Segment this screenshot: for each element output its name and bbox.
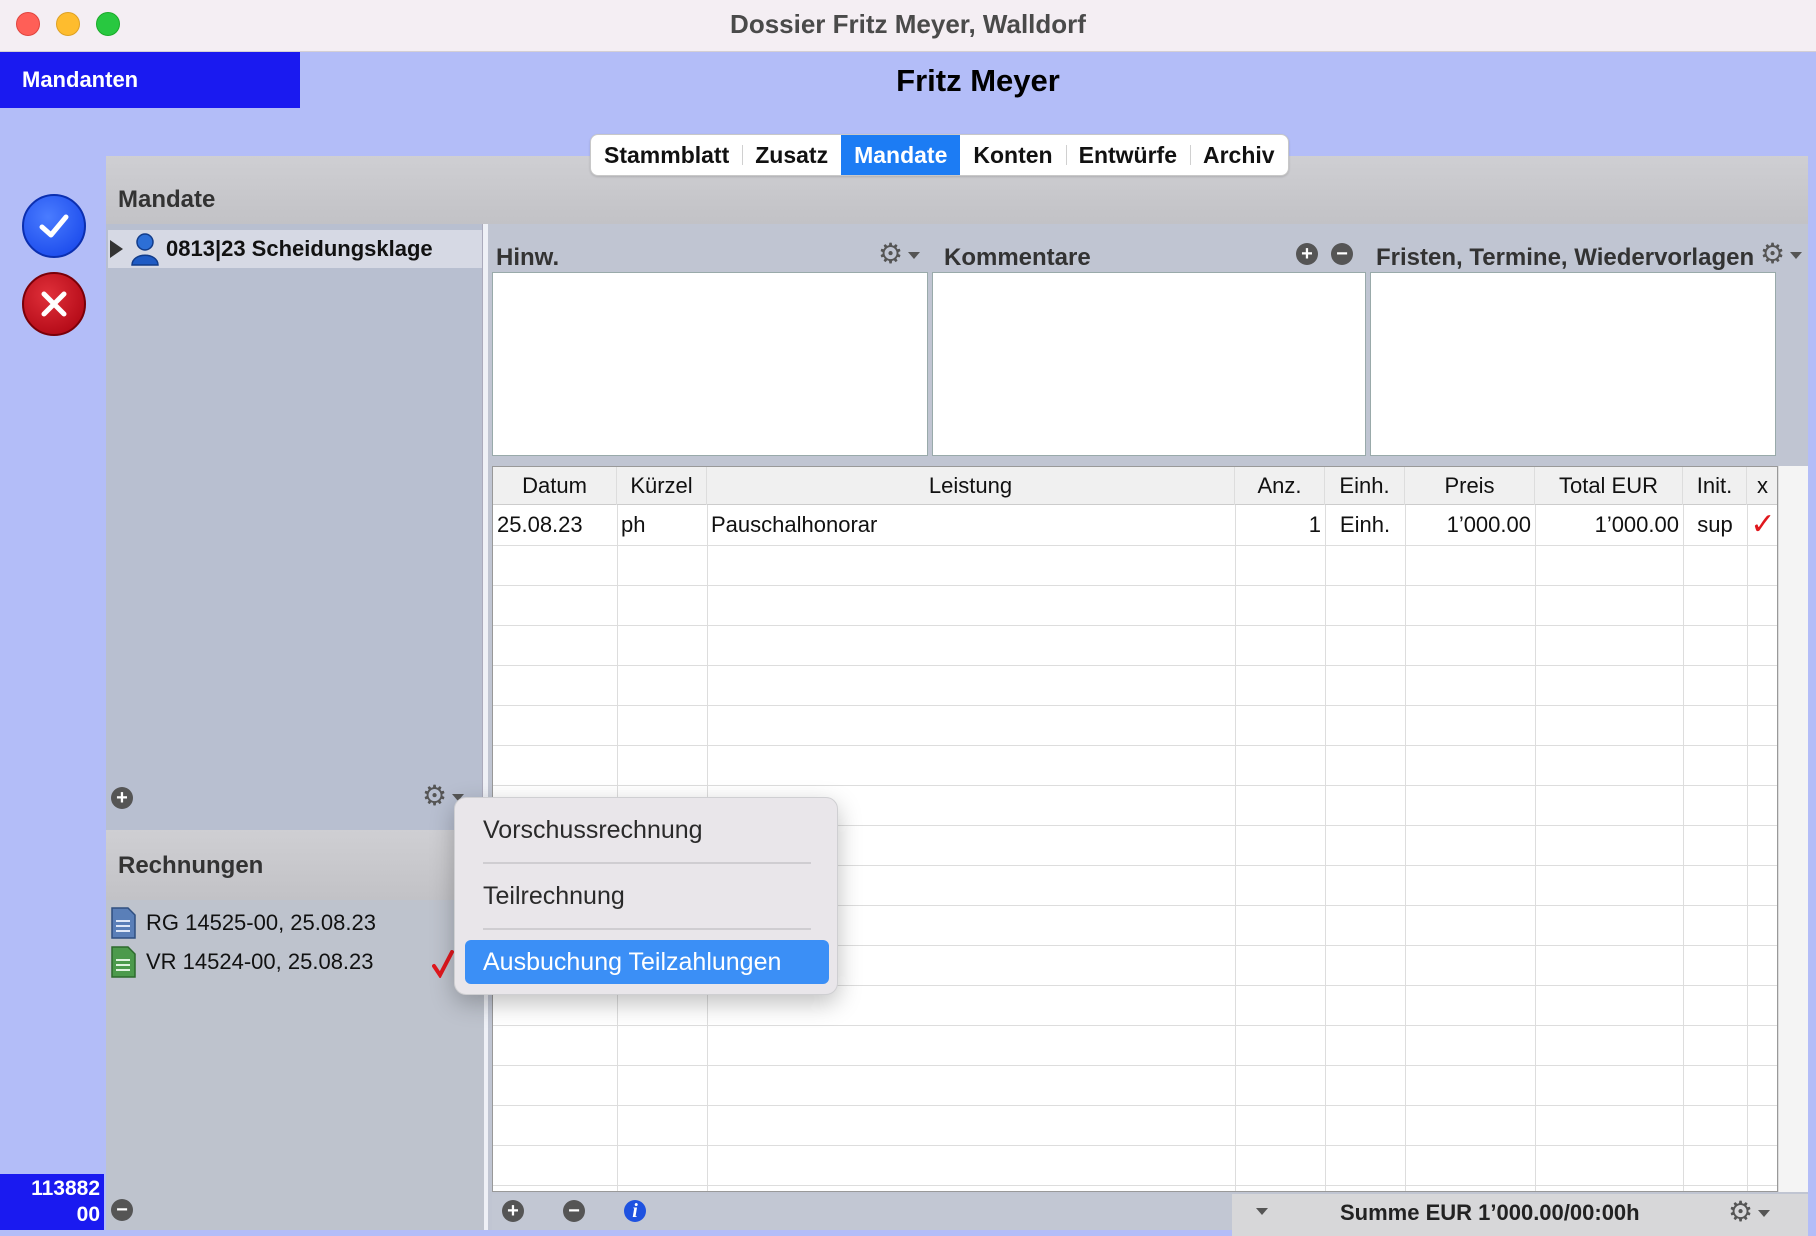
table-grid-line bbox=[493, 1105, 1777, 1106]
menu-separator bbox=[483, 862, 811, 864]
table-header: Datum Kürzel Leistung Anz. Einh. Preis T… bbox=[493, 467, 1777, 505]
table-grid-line bbox=[493, 585, 1777, 586]
table-grid-line bbox=[493, 545, 1777, 546]
info-icon[interactable]: i bbox=[624, 1200, 646, 1222]
red-check-icon bbox=[432, 950, 454, 978]
cell-kuerzel: ph bbox=[621, 512, 646, 537]
gear-icon[interactable]: ⚙ bbox=[422, 782, 447, 810]
menu-item-vorschussrechnung[interactable]: Vorschussrechnung bbox=[465, 808, 829, 852]
invoice-item[interactable]: RG 14525-00, 25.08.23 bbox=[110, 906, 376, 940]
table-grid bbox=[1747, 505, 1748, 1191]
column-header-preis[interactable]: Preis bbox=[1405, 467, 1535, 505]
table-grid-line bbox=[493, 705, 1777, 706]
cell-einh: Einh. bbox=[1339, 512, 1391, 537]
column-header-init[interactable]: Init. bbox=[1683, 467, 1747, 505]
tab-mandate[interactable]: Mandate bbox=[841, 135, 961, 175]
column-header-leistung[interactable]: Leistung bbox=[707, 467, 1235, 505]
cell-leistung: Pauschalhonorar bbox=[711, 512, 878, 537]
hinweise-title: Hinw. bbox=[496, 244, 560, 271]
mandanten-button[interactable]: Mandanten bbox=[0, 52, 300, 108]
column-header-anz[interactable]: Anz. bbox=[1235, 467, 1325, 505]
summary-total: Summe EUR 1’000.00/00:00h bbox=[1340, 1200, 1640, 1225]
add-row-icon[interactable]: + bbox=[502, 1200, 524, 1222]
table-grid-line bbox=[493, 665, 1777, 666]
table-grid bbox=[1235, 505, 1236, 1191]
remove-row-icon[interactable]: − bbox=[563, 1200, 585, 1222]
column-header-total[interactable]: Total EUR bbox=[1535, 467, 1683, 505]
menu-separator bbox=[483, 928, 811, 930]
context-menu: Vorschussrechnung Teilrechnung Ausbuchun… bbox=[454, 797, 838, 995]
table-grid bbox=[1325, 505, 1326, 1191]
invoice-label: RG 14525-00, 25.08.23 bbox=[146, 910, 376, 935]
document-blue-icon bbox=[111, 907, 136, 939]
cancel-button[interactable] bbox=[22, 272, 86, 336]
table-scrollbar[interactable] bbox=[1778, 466, 1808, 1192]
close-icon bbox=[41, 291, 67, 317]
menu-item-teilrechnung[interactable]: Teilrechnung bbox=[465, 874, 829, 918]
cell-init: sup bbox=[1697, 512, 1733, 537]
cell-datum: 25.08.23 bbox=[497, 512, 583, 537]
hinweise-textarea[interactable] bbox=[492, 272, 928, 456]
tab-stammblatt[interactable]: Stammblatt bbox=[591, 135, 742, 175]
tab-archiv[interactable]: Archiv bbox=[1190, 135, 1288, 175]
add-comment-icon[interactable]: + bbox=[1296, 243, 1318, 265]
column-header-kuerzel[interactable]: Kürzel bbox=[617, 467, 707, 505]
table-grid bbox=[1535, 505, 1536, 1191]
table-grid-line bbox=[493, 1185, 1777, 1186]
chevron-down-icon[interactable] bbox=[1790, 252, 1802, 259]
table-grid-line bbox=[493, 1065, 1777, 1066]
menu-item-ausbuchung-teilzahlungen[interactable]: Ausbuchung Teilzahlungen bbox=[465, 940, 829, 984]
checkmark-icon bbox=[39, 214, 69, 238]
fristen-title: Fristen, Termine, Wiedervorlagen bbox=[1376, 244, 1755, 271]
invoice-item[interactable]: VR 14524-00, 25.08.23 bbox=[110, 945, 374, 979]
mandate-item-label: 0813|23 Scheidungsklage bbox=[166, 236, 433, 261]
record-id-badge: 113882 00 bbox=[0, 1174, 104, 1230]
kommentare-title: Kommentare bbox=[944, 244, 1091, 271]
cell-total: 1’000.00 bbox=[1594, 512, 1679, 537]
window-title: Dossier Fritz Meyer, Walldorf bbox=[730, 9, 1086, 39]
tab-entwuerfe[interactable]: Entwürfe bbox=[1065, 135, 1190, 175]
invoice-label: VR 14524-00, 25.08.23 bbox=[146, 949, 374, 974]
table-grid bbox=[1405, 505, 1406, 1191]
document-green-icon bbox=[111, 946, 136, 978]
disclosure-triangle-icon[interactable] bbox=[110, 240, 123, 258]
chevron-down-icon[interactable] bbox=[1256, 1208, 1268, 1215]
fristen-list[interactable] bbox=[1370, 272, 1776, 456]
cell-x-check[interactable]: ✓ bbox=[1747, 505, 1777, 545]
cell-preis: 1’000.00 bbox=[1446, 512, 1531, 537]
tab-bar: Stammblatt Zusatz Mandate Konten Entwürf… bbox=[590, 134, 1289, 176]
table-grid-line bbox=[493, 625, 1777, 626]
gear-icon[interactable]: ⚙ bbox=[1728, 1198, 1753, 1226]
column-header-x[interactable]: x bbox=[1747, 467, 1777, 505]
table-grid bbox=[1683, 505, 1684, 1191]
record-id-line2: 00 bbox=[76, 1203, 100, 1226]
record-id-line1: 113882 bbox=[31, 1177, 100, 1200]
kommentare-textarea[interactable] bbox=[932, 272, 1366, 456]
mandate-section-title: Mandate bbox=[118, 186, 216, 213]
add-mandate-icon[interactable]: + bbox=[111, 787, 133, 809]
gear-icon[interactable]: ⚙ bbox=[878, 240, 903, 268]
cell-anz: 1 bbox=[1308, 512, 1321, 537]
chevron-down-icon[interactable] bbox=[908, 252, 920, 259]
confirm-button[interactable] bbox=[22, 194, 86, 258]
rechnungen-section-title: Rechnungen bbox=[118, 852, 264, 879]
table-grid-line bbox=[493, 785, 1777, 786]
column-header-datum[interactable]: Datum bbox=[493, 467, 617, 505]
table-grid-line bbox=[493, 1145, 1777, 1146]
client-name: Fritz Meyer bbox=[896, 63, 1060, 98]
remove-invoice-icon[interactable]: − bbox=[111, 1199, 133, 1221]
remove-comment-icon[interactable]: − bbox=[1331, 243, 1353, 265]
gear-icon[interactable]: ⚙ bbox=[1760, 240, 1785, 268]
person-icon bbox=[131, 233, 159, 266]
chevron-down-icon[interactable] bbox=[1758, 1210, 1770, 1217]
tab-konten[interactable]: Konten bbox=[960, 135, 1065, 175]
tab-zusatz[interactable]: Zusatz bbox=[742, 135, 841, 175]
table-grid-line bbox=[493, 745, 1777, 746]
table-grid-line bbox=[493, 1025, 1777, 1026]
column-header-einh[interactable]: Einh. bbox=[1325, 467, 1405, 505]
